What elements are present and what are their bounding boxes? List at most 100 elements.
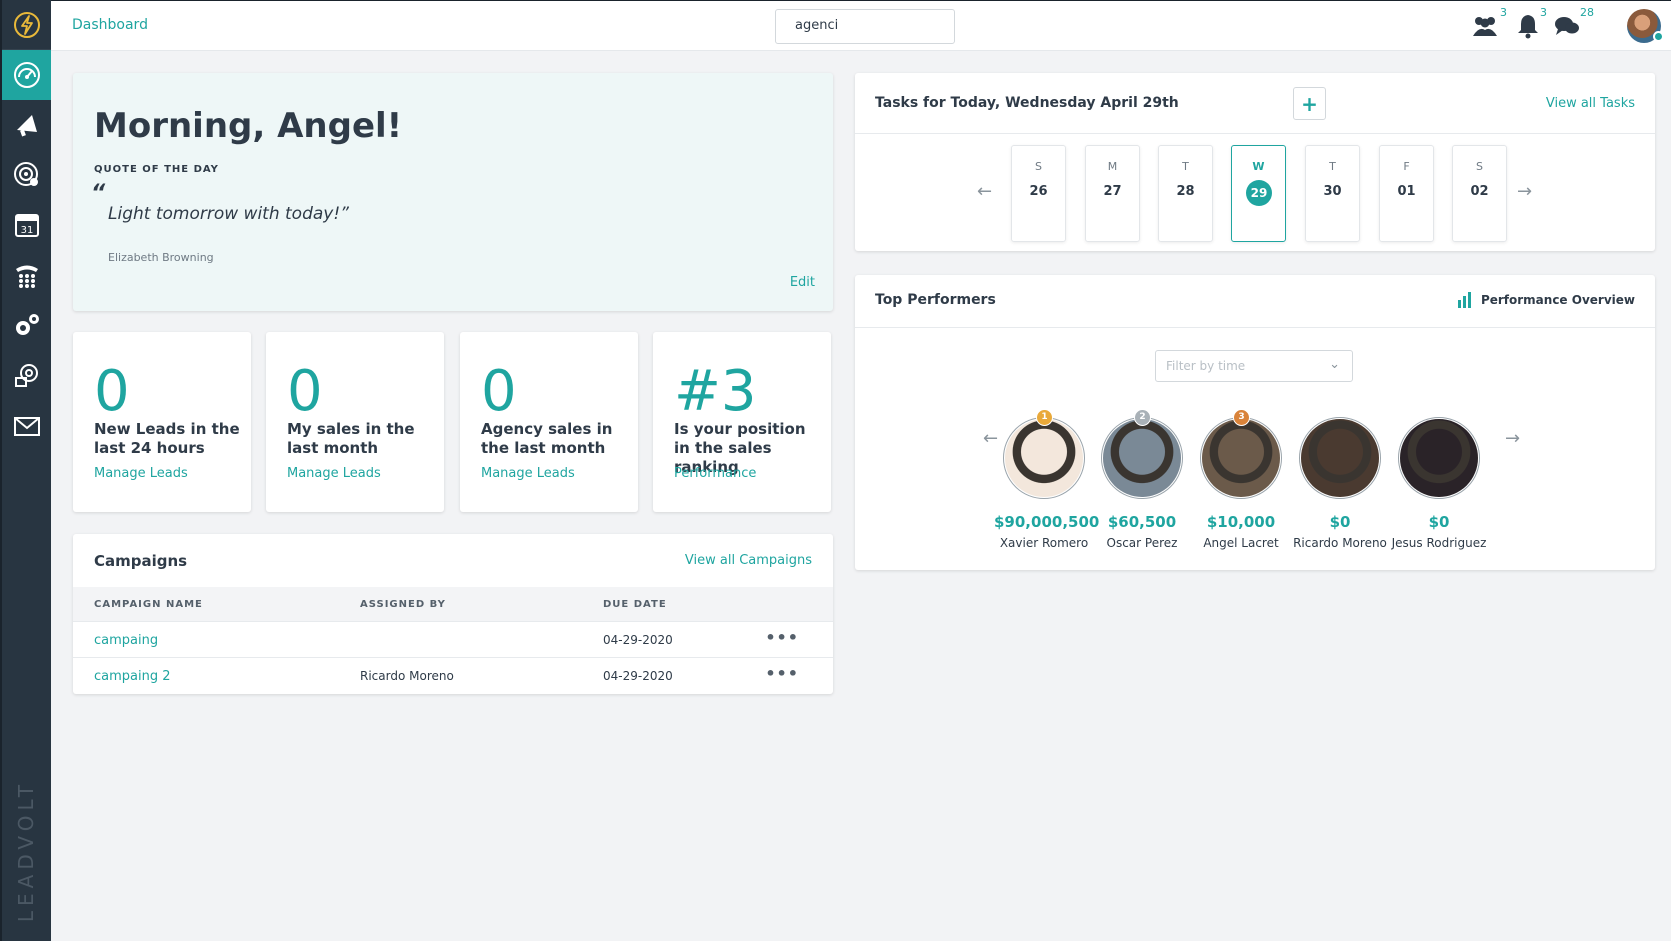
campaign-name-link[interactable]: campaing <box>94 633 158 648</box>
tasks-card: Tasks for Today, Wednesday April 29th + … <box>855 73 1655 251</box>
messages-count: 28 <box>1580 6 1594 19</box>
user-avatar[interactable] <box>1627 9 1664 43</box>
performer-avatar <box>1202 419 1280 497</box>
performer-card[interactable]: $0 Ricardo Moreno <box>1290 417 1390 550</box>
target-icon <box>13 162 38 186</box>
row-more-icon[interactable]: ••• <box>765 628 799 647</box>
performer-amount: $60,500 <box>1107 513 1177 531</box>
assigned-by: Ricardo Moreno <box>360 669 454 683</box>
manage-leads-link[interactable]: Manage Leads <box>94 466 188 481</box>
team-button[interactable]: 3 <box>1471 6 1507 42</box>
day-letter: T <box>1182 160 1189 173</box>
next-performers-arrow-icon[interactable]: → <box>1505 428 1520 449</box>
divider <box>855 133 1655 134</box>
column-assigned-by[interactable]: ASSIGNED BY <box>360 599 446 610</box>
performer-name: Angel Lacret <box>1203 536 1279 550</box>
prev-week-arrow-icon[interactable]: ← <box>977 181 992 202</box>
top-bar: Dashboard agenci 3 3 28 <box>51 0 1671 51</box>
next-week-arrow-icon[interactable]: → <box>1517 181 1532 202</box>
filter-placeholder: Filter by time <box>1166 359 1246 373</box>
table-row[interactable]: campaing 2 Ricardo Moreno 04-29-2020 ••• <box>73 657 833 693</box>
search-input[interactable]: agenci <box>775 9 955 44</box>
column-campaign-name[interactable]: CAMPAIGN NAME <box>94 599 203 610</box>
sidebar-item-settings[interactable] <box>2 350 51 400</box>
campaign-name-link[interactable]: campaing 2 <box>94 669 171 684</box>
day-friday[interactable]: F 01 <box>1379 145 1434 242</box>
performance-link[interactable]: Performance <box>674 466 756 481</box>
performer-name: Xavier Romero <box>999 536 1089 550</box>
tasks-title: Tasks for Today, Wednesday April 29th <box>875 95 1179 111</box>
performer-name: Oscar Perez <box>1106 536 1178 550</box>
manage-leads-link[interactable]: Manage Leads <box>481 466 575 481</box>
performance-overview-label: Performance Overview <box>1480 293 1635 307</box>
day-saturday[interactable]: S 02 <box>1452 145 1507 242</box>
sidebar-item-calendar[interactable]: 31 <box>2 200 51 250</box>
quote-author: Elizabeth Browning <box>108 251 214 264</box>
svg-text:31: 31 <box>20 225 33 236</box>
performance-overview-link[interactable]: Performance Overview <box>1457 292 1635 308</box>
view-all-tasks-link[interactable]: View all Tasks <box>1546 96 1635 111</box>
day-wednesday-selected[interactable]: W 29 <box>1231 145 1286 242</box>
sidebar-item-mail[interactable] <box>2 400 51 450</box>
dashboard-gauge-icon <box>13 62 40 88</box>
performer-avatar <box>1301 419 1379 497</box>
performer-card[interactable]: 2 $60,500 Oscar Perez <box>1092 409 1192 550</box>
stat-value: 0 <box>481 359 517 424</box>
view-all-campaigns-link[interactable]: View all Campaigns <box>685 553 812 568</box>
sidebar-item-automation[interactable] <box>2 300 51 350</box>
day-thursday[interactable]: T 30 <box>1305 145 1360 242</box>
performer-photo: 3 <box>1200 409 1282 499</box>
performer-card[interactable]: 1 $90,000,500 Xavier Romero <box>994 409 1100 550</box>
performer-amount: $0 <box>1428 513 1450 531</box>
day-number: 27 <box>1103 184 1122 199</box>
table-row[interactable]: campaing 04-29-2020 ••• <box>73 621 833 657</box>
table-header: CAMPAIGN NAME ASSIGNED BY DUE DATE <box>73 587 833 621</box>
campaigns-title: Campaigns <box>94 552 188 570</box>
row-more-icon[interactable]: ••• <box>765 664 799 683</box>
column-due-date[interactable]: DUE DATE <box>603 599 667 610</box>
stat-description: Agency sales in the last month <box>481 420 613 457</box>
stat-card-my-sales: 0 My sales in the last month Manage Lead… <box>266 332 444 512</box>
edit-quote-link[interactable]: Edit <box>790 275 815 290</box>
sidebar: 31 LEADVOLT <box>0 0 51 941</box>
day-tuesday[interactable]: T 28 <box>1158 145 1213 242</box>
sidebar-item-campaigns[interactable] <box>2 100 51 150</box>
add-task-button[interactable]: + <box>1293 87 1326 120</box>
manage-leads-link[interactable]: Manage Leads <box>287 466 381 481</box>
rank-medal-icon: 1 <box>1036 409 1053 426</box>
notifications-button[interactable]: 3 <box>1514 6 1550 42</box>
day-monday[interactable]: M 27 <box>1085 145 1140 242</box>
app-logo[interactable] <box>2 0 51 50</box>
performer-amount: $90,000,500 <box>994 513 1100 531</box>
gears-icon <box>15 314 39 335</box>
filter-by-time-select[interactable]: Filter by time ⌄ <box>1155 350 1353 382</box>
quote-mark-icon: “ <box>91 181 106 206</box>
sidebar-item-leads[interactable] <box>2 150 51 200</box>
breadcrumb-dashboard[interactable]: Dashboard <box>72 17 148 33</box>
performer-photo: 1 <box>1003 409 1085 499</box>
greeting-heading: Morning, Angel! <box>94 106 403 146</box>
day-sunday[interactable]: S 26 <box>1011 145 1066 242</box>
due-date: 04-29-2020 <box>603 633 673 647</box>
day-letter: W <box>1252 160 1265 173</box>
messages-button[interactable]: 28 <box>1553 6 1594 42</box>
performer-photo <box>1299 417 1381 499</box>
performer-card[interactable]: 3 $10,000 Angel Lacret <box>1191 409 1291 550</box>
phone-dialpad-icon <box>15 265 38 288</box>
online-status-dot <box>1653 31 1664 42</box>
rank-medal-icon: 2 <box>1134 409 1151 426</box>
performer-card[interactable]: $0 Jesus Rodriguez <box>1389 417 1489 550</box>
day-letter: M <box>1107 160 1118 173</box>
performer-avatar <box>1103 419 1181 497</box>
campaigns-card: Campaigns View all Campaigns CAMPAIGN NA… <box>73 534 833 694</box>
stat-value: 0 <box>287 359 323 424</box>
brand-wordmark: LEADVOLT <box>14 779 38 923</box>
calendar-icon: 31 <box>14 214 39 237</box>
sidebar-item-dashboard[interactable] <box>2 50 51 100</box>
performer-photo: 2 <box>1101 409 1183 499</box>
performer-amount: $0 <box>1329 513 1351 531</box>
day-number: 02 <box>1470 184 1489 199</box>
quote-text: Light tomorrow with today!” <box>108 204 349 224</box>
sidebar-item-calls[interactable] <box>2 250 51 300</box>
day-letter: S <box>1035 160 1042 173</box>
